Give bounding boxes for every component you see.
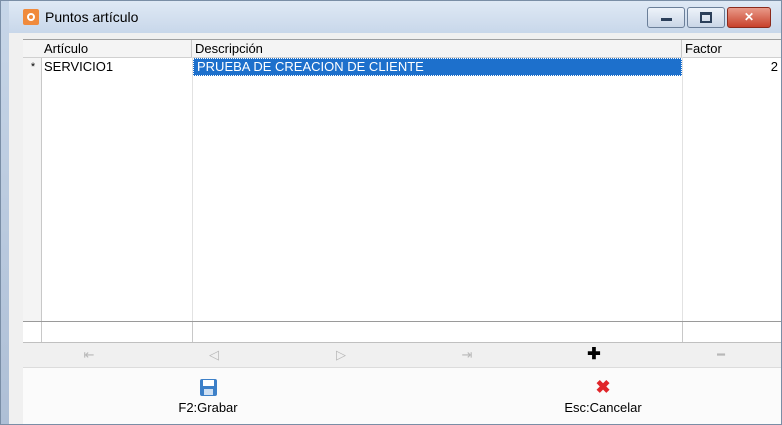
row-header-column [23,40,42,342]
minimize-button[interactable] [647,7,685,28]
first-record-icon[interactable]: ⇤ [81,347,97,363]
table-row[interactable]: * SERVICIO1 PRUEBA DE CREACION DE CLIENT… [23,58,781,76]
footer-row-header [23,322,42,342]
window-title: Puntos artículo [45,9,139,25]
save-button[interactable]: F2:Grabar [163,368,253,424]
save-label: F2:Grabar [178,399,238,415]
maximize-icon [700,12,712,23]
column-divider [192,57,193,342]
delete-record-icon[interactable]: ━ [713,347,729,363]
previous-record-icon[interactable]: ◁ [206,347,222,363]
close-icon: ✕ [743,10,755,24]
record-navigator: ⇤ ◁ ▷ ⇥ ✚ ━ [23,343,781,367]
action-bar: F2:Grabar ✖ Esc:Cancelar [23,367,781,424]
cancel-label: Esc:Cancelar [564,399,642,415]
footer-divider [682,322,683,342]
close-button[interactable]: ✕ [727,7,771,28]
column-header-factor[interactable]: Factor [682,40,781,57]
grid-header: Artículo Descripción Factor [23,40,781,58]
window-controls: ✕ [647,7,771,28]
last-record-icon[interactable]: ⇥ [459,347,475,363]
save-icon [199,378,217,396]
column-divider [682,57,683,342]
next-record-icon[interactable]: ▷ [333,347,349,363]
column-header-descripcion[interactable]: Descripción [192,40,682,57]
maximize-button[interactable] [687,7,725,28]
cell-factor[interactable]: 2 [682,58,781,76]
data-grid[interactable]: Artículo Descripción Factor * SERVICIO1 … [23,39,781,342]
grid-footer-row [23,321,781,343]
app-icon [23,9,39,25]
title-bar[interactable]: Puntos artículo ✕ [9,1,781,33]
cell-articulo[interactable]: SERVICIO1 [41,58,192,76]
new-row-marker-icon: * [30,61,36,73]
cell-descripcion[interactable]: PRUEBA DE CREACION DE CLIENTE [193,58,682,76]
column-header-articulo[interactable]: Artículo [41,40,192,57]
cancel-icon: ✖ [595,376,611,397]
window-left-border [1,1,9,424]
add-record-icon[interactable]: ✚ [586,347,602,363]
minimize-icon [661,18,672,21]
footer-divider [192,322,193,342]
puntos-articulo-window: Puntos artículo ✕ Artículo Descripción F… [0,0,782,425]
cancel-button[interactable]: ✖ Esc:Cancelar [553,368,653,424]
